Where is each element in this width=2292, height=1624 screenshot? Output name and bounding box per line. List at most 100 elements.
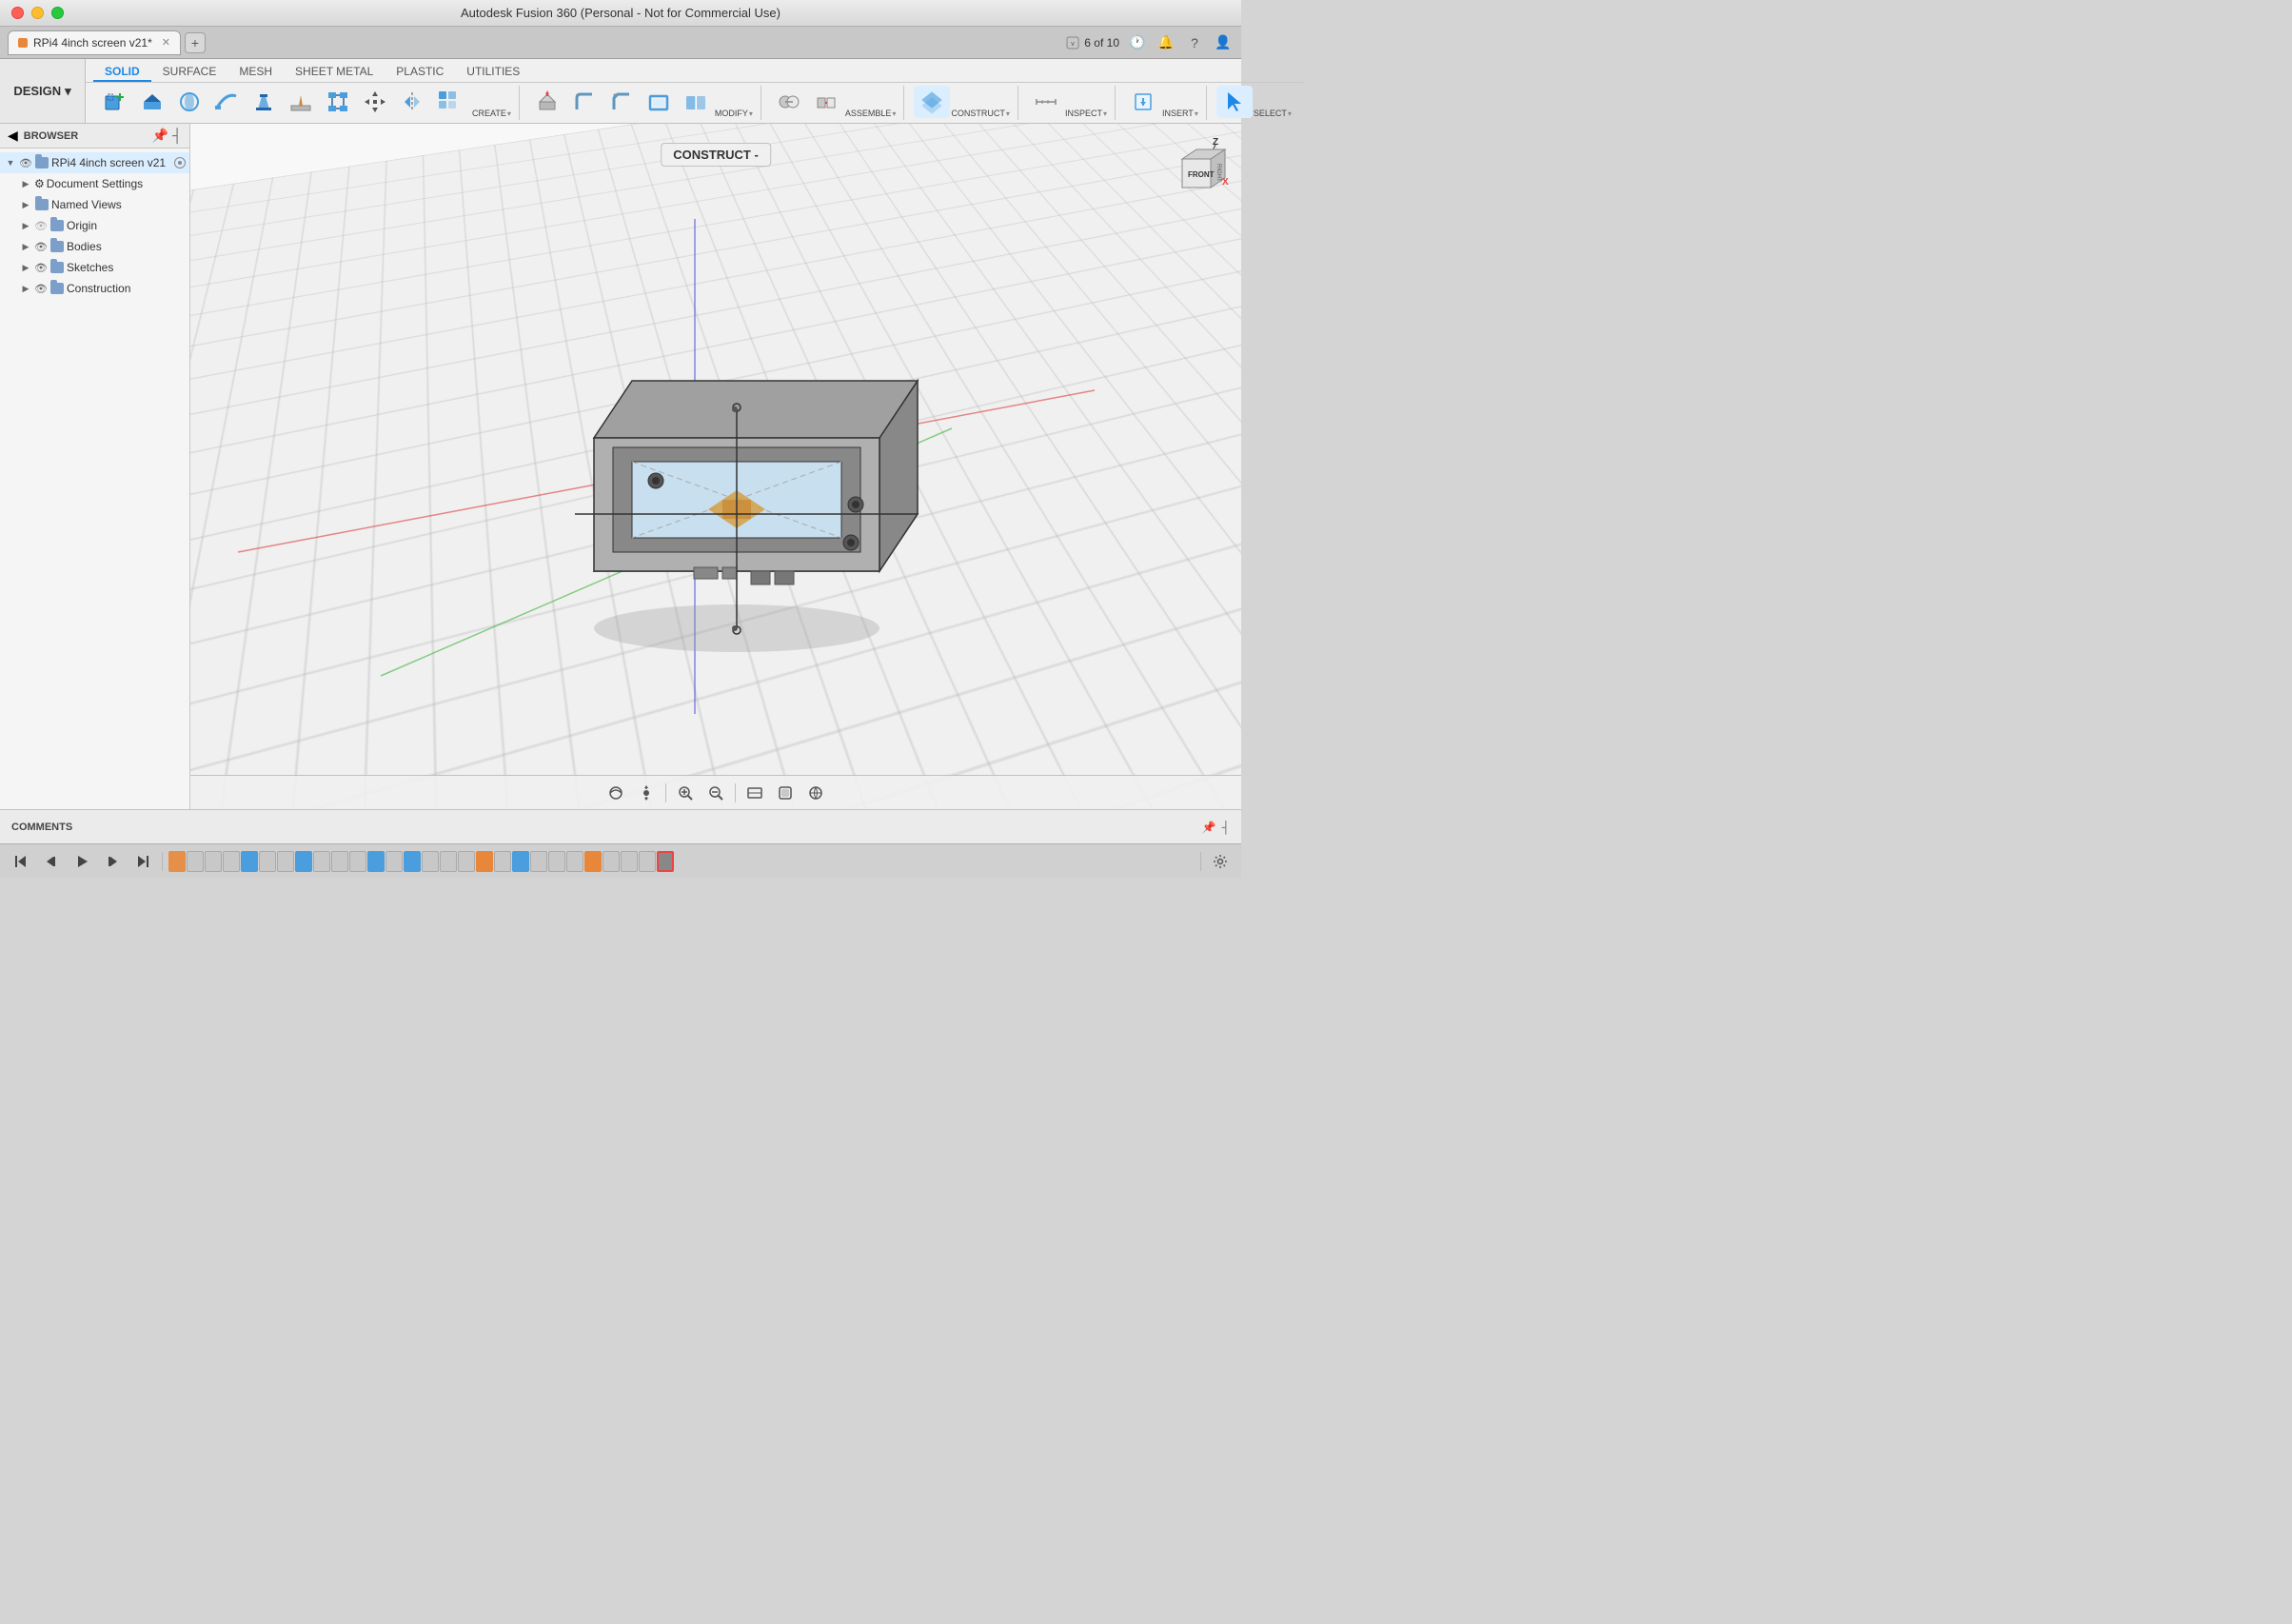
- shell-button[interactable]: [641, 86, 677, 118]
- tab-surface[interactable]: SURFACE: [151, 63, 228, 82]
- sidebar-expand-button[interactable]: ┤: [172, 128, 182, 144]
- tab-mesh[interactable]: MESH: [227, 63, 284, 82]
- comments-pin-button[interactable]: 📌: [1202, 821, 1216, 834]
- timeline-item[interactable]: [566, 851, 583, 872]
- new-component-button[interactable]: [97, 86, 133, 118]
- new-tab-button[interactable]: +: [185, 32, 206, 53]
- timeline-go-end-button[interactable]: [129, 849, 156, 874]
- timeline-item[interactable]: [639, 851, 656, 872]
- timeline-item[interactable]: [385, 851, 403, 872]
- sidebar-collapse-button[interactable]: ◀: [8, 128, 18, 144]
- tree-item-doc-settings[interactable]: ▶ ⚙ Document Settings: [0, 173, 189, 194]
- timeline-item[interactable]: [259, 851, 276, 872]
- tab-utilities[interactable]: UTILITIES: [455, 63, 531, 82]
- measure-button[interactable]: [1028, 86, 1064, 118]
- active-tab[interactable]: RPi4 4inch screen v21* ✕: [8, 30, 181, 55]
- root-visibility-icon[interactable]: 👁: [19, 156, 32, 169]
- timeline-item[interactable]: [277, 851, 294, 872]
- tab-sheet-metal[interactable]: SHEET METAL: [284, 63, 385, 82]
- tree-item-construction[interactable]: ▶ 👁 Construction: [0, 278, 189, 299]
- close-button[interactable]: [11, 7, 24, 19]
- chamfer-button[interactable]: [603, 86, 640, 118]
- timeline-item[interactable]: [168, 851, 186, 872]
- bodies-visibility-icon[interactable]: 👁: [34, 240, 48, 253]
- help-button[interactable]: ?: [1184, 32, 1205, 53]
- maximize-button[interactable]: [51, 7, 64, 19]
- zoom-extents-button[interactable]: [672, 780, 699, 806]
- rib-button[interactable]: [283, 86, 319, 118]
- environments-button[interactable]: [802, 780, 829, 806]
- rectangular-pattern-button[interactable]: [431, 86, 467, 118]
- timeline-item[interactable]: [223, 851, 240, 872]
- timeline-item[interactable]: [187, 851, 204, 872]
- insert-derive-button[interactable]: [1125, 86, 1161, 118]
- mirror-button[interactable]: [394, 86, 430, 118]
- loft-button[interactable]: [246, 86, 282, 118]
- timeline-item[interactable]: [584, 851, 602, 872]
- construction-visibility-icon[interactable]: 👁: [34, 282, 48, 295]
- tree-item-sketches[interactable]: ▶ 👁 Sketches: [0, 257, 189, 278]
- visual-style-button[interactable]: [772, 780, 799, 806]
- timeline-item[interactable]: [367, 851, 385, 872]
- as-built-joint-button[interactable]: [808, 86, 844, 118]
- move-copy-button[interactable]: [357, 86, 393, 118]
- pan-button[interactable]: [633, 780, 660, 806]
- timeline-item[interactable]: [458, 851, 475, 872]
- origin-visibility-icon[interactable]: 👁: [34, 219, 48, 232]
- timeline-current-item[interactable]: [657, 851, 674, 872]
- press-pull-button[interactable]: [529, 86, 565, 118]
- sweep-button[interactable]: [208, 86, 245, 118]
- orbit-button[interactable]: [603, 780, 629, 806]
- sidebar: ◀ BROWSER 📌 ┤ ▼ 👁 RPi4 4inch screen v21: [0, 124, 190, 809]
- timeline-item[interactable]: [295, 851, 312, 872]
- timeline-item[interactable]: [205, 851, 222, 872]
- tab-plastic[interactable]: PLASTIC: [385, 63, 455, 82]
- offset-plane-button[interactable]: [914, 86, 950, 118]
- timeline-step-back-button[interactable]: [38, 849, 65, 874]
- timeline-item[interactable]: [404, 851, 421, 872]
- design-workspace-button[interactable]: DESIGN ▾: [0, 59, 86, 123]
- timeline-item[interactable]: [621, 851, 638, 872]
- tab-solid[interactable]: SOLID: [93, 63, 151, 82]
- timeline-item[interactable]: [603, 851, 620, 872]
- viewport[interactable]: Z FRONT RIGHT X CONSTRUCT -: [190, 124, 1241, 809]
- doc-settings-chevron: ▶: [19, 177, 32, 190]
- fillet-button[interactable]: [566, 86, 603, 118]
- web-button[interactable]: [320, 86, 356, 118]
- timeline-item[interactable]: [313, 851, 330, 872]
- timeline-item[interactable]: [422, 851, 439, 872]
- tree-root-item[interactable]: ▼ 👁 RPi4 4inch screen v21: [0, 152, 189, 173]
- notifications-button[interactable]: 🔔: [1156, 32, 1176, 53]
- timeline-item[interactable]: [512, 851, 529, 872]
- timeline-item[interactable]: [241, 851, 258, 872]
- timeline-go-start-button[interactable]: [8, 849, 34, 874]
- timeline-settings-button[interactable]: [1207, 849, 1234, 874]
- tree-item-named-views[interactable]: ▶ Named Views: [0, 194, 189, 215]
- timeline-item[interactable]: [530, 851, 547, 872]
- timeline-item[interactable]: [440, 851, 457, 872]
- timeline-item[interactable]: [476, 851, 493, 872]
- split-face-button[interactable]: [678, 86, 714, 118]
- timeline-item[interactable]: [548, 851, 565, 872]
- joint-button[interactable]: [771, 86, 807, 118]
- tab-close-button[interactable]: ✕: [162, 36, 170, 49]
- zoom-button[interactable]: [702, 780, 729, 806]
- select-button[interactable]: [1216, 86, 1253, 118]
- sidebar-pin-button[interactable]: 📌: [152, 128, 168, 144]
- tree-item-bodies[interactable]: ▶ 👁 Bodies: [0, 236, 189, 257]
- display-mode-button[interactable]: [741, 780, 768, 806]
- timeline-step-forward-button[interactable]: [99, 849, 126, 874]
- sketches-visibility-icon[interactable]: 👁: [34, 261, 48, 274]
- timeline-item[interactable]: [331, 851, 348, 872]
- account-button[interactable]: 👤: [1213, 32, 1234, 53]
- timeline-item[interactable]: [349, 851, 366, 872]
- extrude-button[interactable]: [134, 86, 170, 118]
- history-button[interactable]: 🕐: [1127, 32, 1148, 53]
- timeline-item[interactable]: [494, 851, 511, 872]
- minimize-button[interactable]: [31, 7, 44, 19]
- revolve-button[interactable]: [171, 86, 207, 118]
- comments-expand-button[interactable]: ┤: [1221, 821, 1230, 834]
- orientation-cube[interactable]: Z FRONT RIGHT X: [1163, 135, 1230, 202]
- timeline-play-button[interactable]: [69, 849, 95, 874]
- tree-item-origin[interactable]: ▶ 👁 Origin: [0, 215, 189, 236]
